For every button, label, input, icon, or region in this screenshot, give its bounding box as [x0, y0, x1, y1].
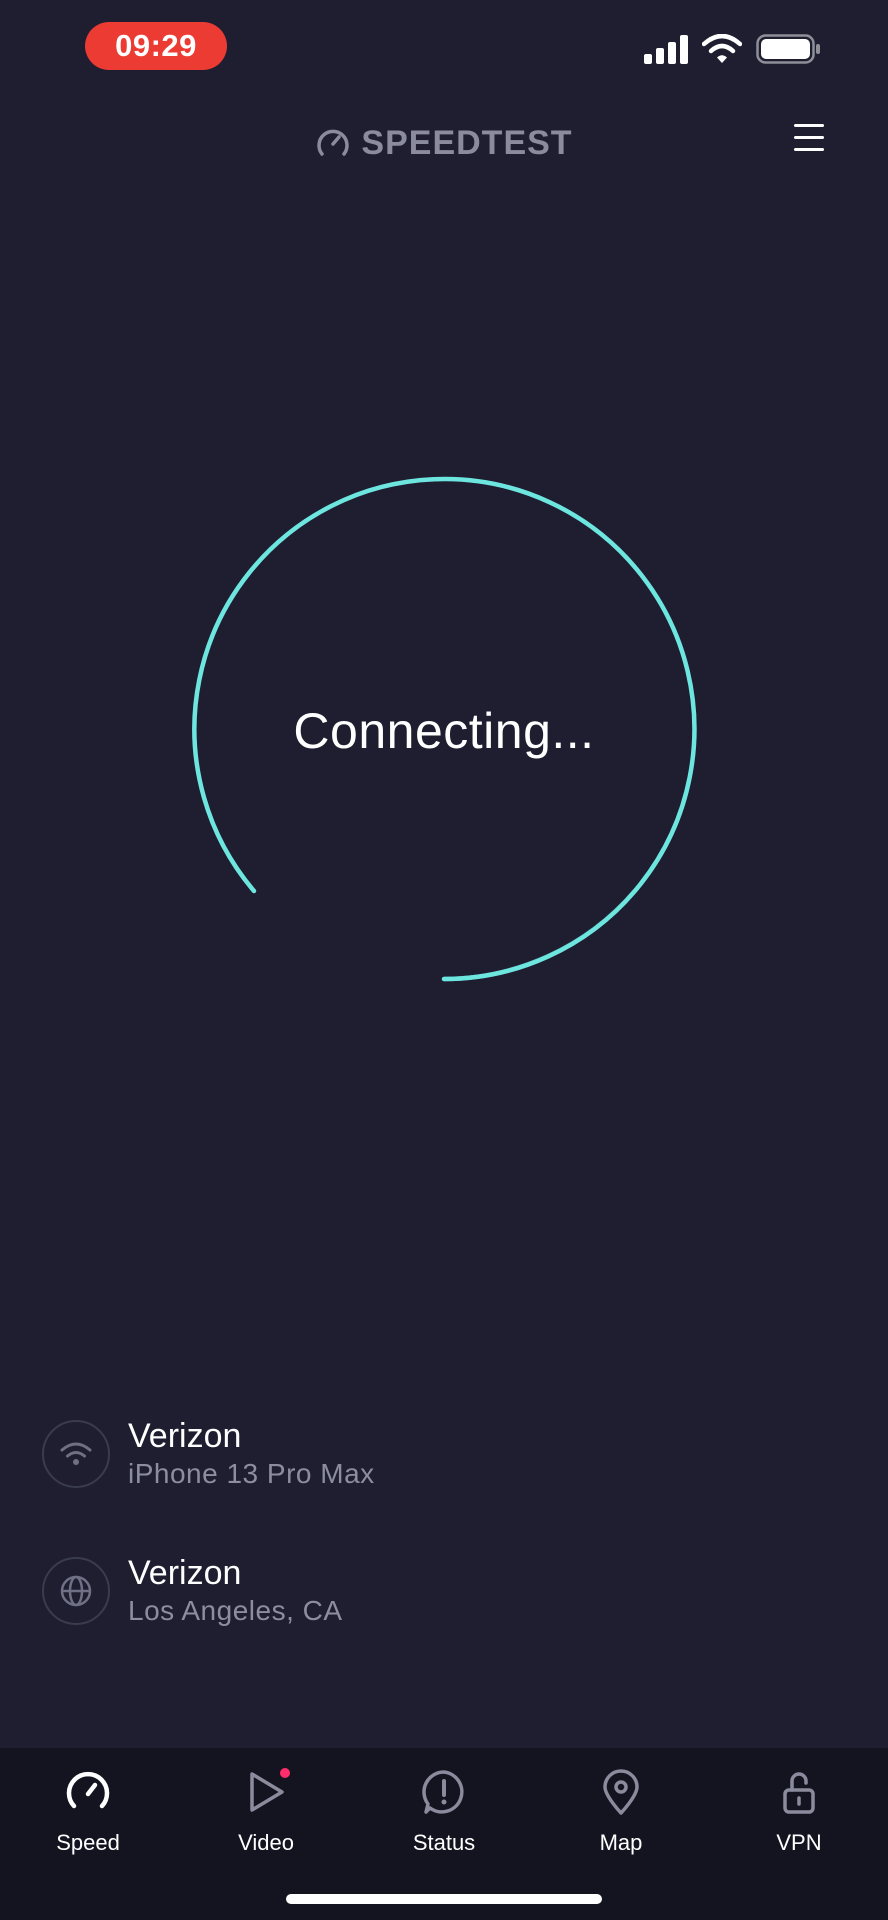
tab-label: Speed: [56, 1830, 120, 1855]
speedtest-logo: SPEEDTEST: [0, 118, 888, 168]
tab-label: Video: [238, 1830, 294, 1855]
location-pin-icon: [597, 1768, 645, 1816]
logo-text: SPEEDTEST: [361, 123, 573, 162]
play-icon: [242, 1768, 290, 1816]
home-indicator[interactable]: [286, 1894, 602, 1904]
tab-status[interactable]: Status: [384, 1768, 504, 1868]
wifi-icon: [42, 1420, 110, 1488]
menu-button[interactable]: [794, 124, 828, 158]
status-time: 09:29: [85, 22, 227, 70]
hamburger-line: [794, 124, 824, 127]
server-location: Los Angeles, CA: [128, 1595, 343, 1626]
battery-icon: [756, 34, 820, 64]
tab-bar: Speed Video Status Map VPN: [0, 1748, 888, 1920]
connecting-label: Connecting...: [293, 703, 595, 759]
speedtest-screen: 09:29 SPEEDTEST Connecting... Verizon iP…: [0, 0, 888, 1920]
unlock-icon: [775, 1768, 823, 1816]
isp-info[interactable]: Verizon iPhone 13 Pro Max: [42, 1416, 375, 1492]
speedometer-logo-icon: [317, 129, 350, 156]
tab-speed[interactable]: Speed: [28, 1768, 148, 1868]
alert-icon: [420, 1768, 468, 1816]
hamburger-line: [794, 148, 824, 151]
server-name: Verizon: [128, 1554, 242, 1592]
notification-dot: [280, 1768, 290, 1778]
cellular-signal-icon: [644, 34, 688, 64]
globe-icon: [42, 1557, 110, 1625]
tab-map[interactable]: Map: [561, 1768, 681, 1868]
tab-label: Status: [412, 1830, 476, 1855]
status-icons: [644, 34, 822, 64]
tab-video[interactable]: Video: [206, 1768, 326, 1868]
isp-name: Verizon: [128, 1417, 242, 1455]
device-name: iPhone 13 Pro Max: [128, 1458, 375, 1489]
tab-vpn[interactable]: VPN: [739, 1768, 859, 1868]
speedometer-icon: [64, 1768, 112, 1816]
hamburger-line: [794, 136, 824, 139]
wifi-status-icon: [702, 34, 742, 63]
tab-label: VPN: [776, 1830, 822, 1855]
server-info[interactable]: Verizon Los Angeles, CA: [42, 1553, 343, 1629]
tab-label: Map: [599, 1830, 643, 1855]
